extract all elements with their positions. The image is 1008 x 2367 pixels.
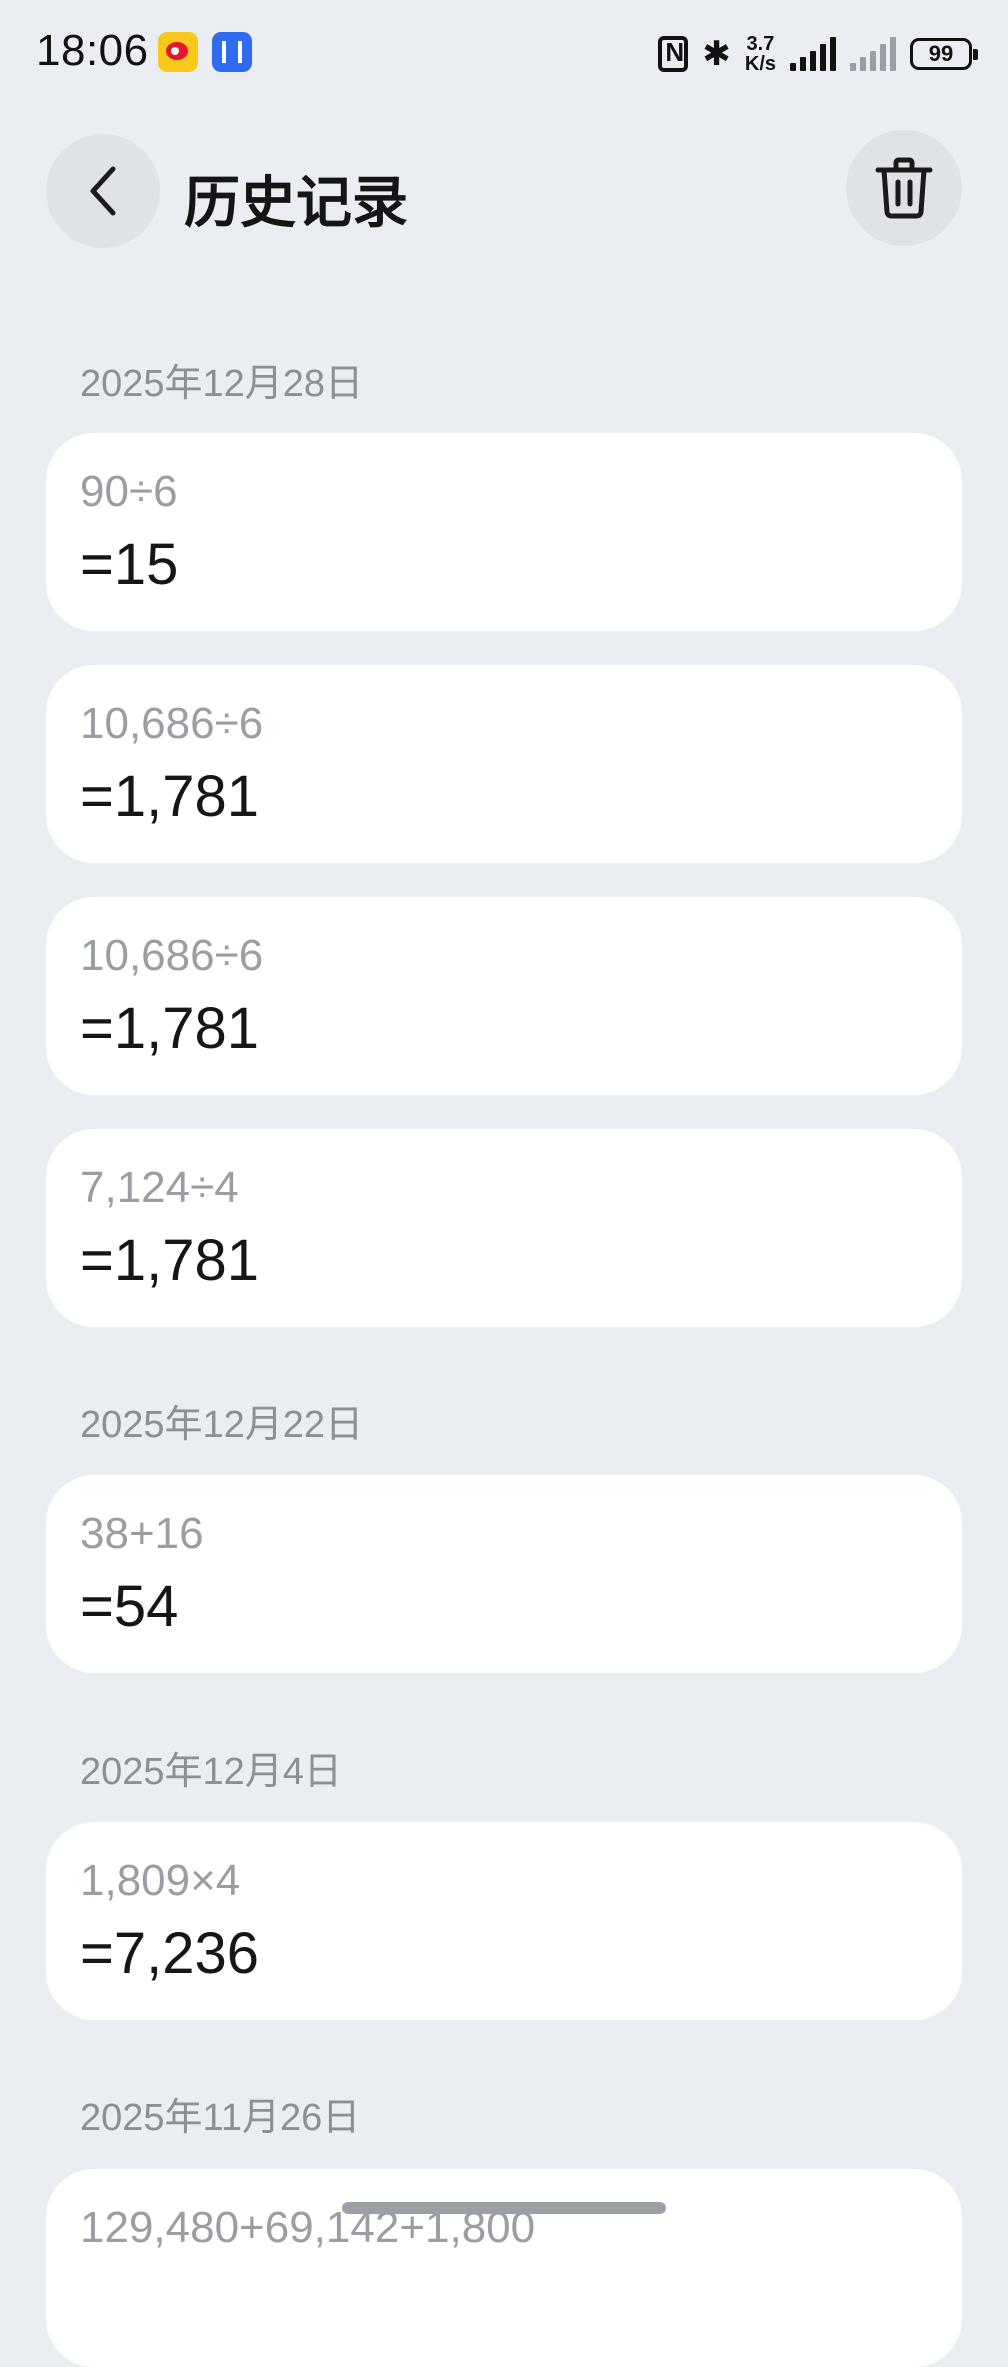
bluetooth-icon: ✱	[702, 35, 731, 73]
status-bar: 18:06 ✱ 3.7 K/s 99	[0, 0, 1008, 108]
date-header: 2025年11月26日	[80, 2097, 361, 2139]
date-header: 2025年12月22日	[80, 1404, 364, 1446]
status-time: 18:06	[36, 26, 149, 75]
battery-level: 99	[928, 41, 954, 66]
history-item[interactable]: 38+16 =54	[46, 1475, 962, 1673]
signal-icon	[790, 37, 836, 71]
network-speed: 3.7 K/s	[745, 34, 776, 74]
date-header: 2025年12月4日	[80, 1751, 342, 1793]
trash-icon	[875, 157, 933, 219]
history-expression: 38+16	[80, 1509, 204, 1558]
history-item[interactable]: 90÷6 =15	[46, 433, 962, 631]
clear-history-button[interactable]	[846, 130, 962, 246]
history-result: =7,236	[80, 1921, 260, 1986]
history-expression: 10,686÷6	[80, 931, 264, 980]
history-item[interactable]: 129,480+69,142+1,800	[46, 2169, 962, 2367]
page-title: 历史记录	[184, 171, 408, 234]
history-expression: 10,686÷6	[80, 699, 264, 748]
hongmeng-app-icon	[212, 32, 252, 72]
network-speed-value: 3.7	[746, 33, 775, 55]
nfc-icon	[658, 36, 689, 72]
history-result: =1,781	[80, 996, 260, 1061]
history-expression: 1,809×4	[80, 1856, 241, 1905]
history-item[interactable]: 7,124÷4 =1,781	[46, 1129, 962, 1327]
battery-icon: 99	[910, 38, 978, 70]
weibo-app-icon	[158, 32, 198, 72]
history-result: =1,781	[80, 764, 260, 829]
history-expression: 7,124÷4	[80, 1163, 239, 1212]
signal-no-service-icon	[850, 37, 896, 71]
history-item[interactable]: 1,809×4 =7,236	[46, 1822, 962, 2020]
history-result: =15	[80, 532, 179, 597]
chevron-left-icon	[90, 166, 116, 216]
history-expression: 90÷6	[80, 467, 178, 516]
home-indicator[interactable]	[342, 2202, 666, 2214]
history-result: =1,781	[80, 1228, 260, 1293]
back-button[interactable]	[46, 134, 160, 248]
history-result: =54	[80, 1574, 179, 1639]
history-item[interactable]: 10,686÷6 =1,781	[46, 665, 962, 863]
date-header: 2025年12月28日	[80, 363, 364, 405]
history-item[interactable]: 10,686÷6 =1,781	[46, 897, 962, 1095]
network-speed-unit: K/s	[744, 53, 776, 75]
status-icons: ✱ 3.7 K/s 99	[658, 30, 978, 78]
